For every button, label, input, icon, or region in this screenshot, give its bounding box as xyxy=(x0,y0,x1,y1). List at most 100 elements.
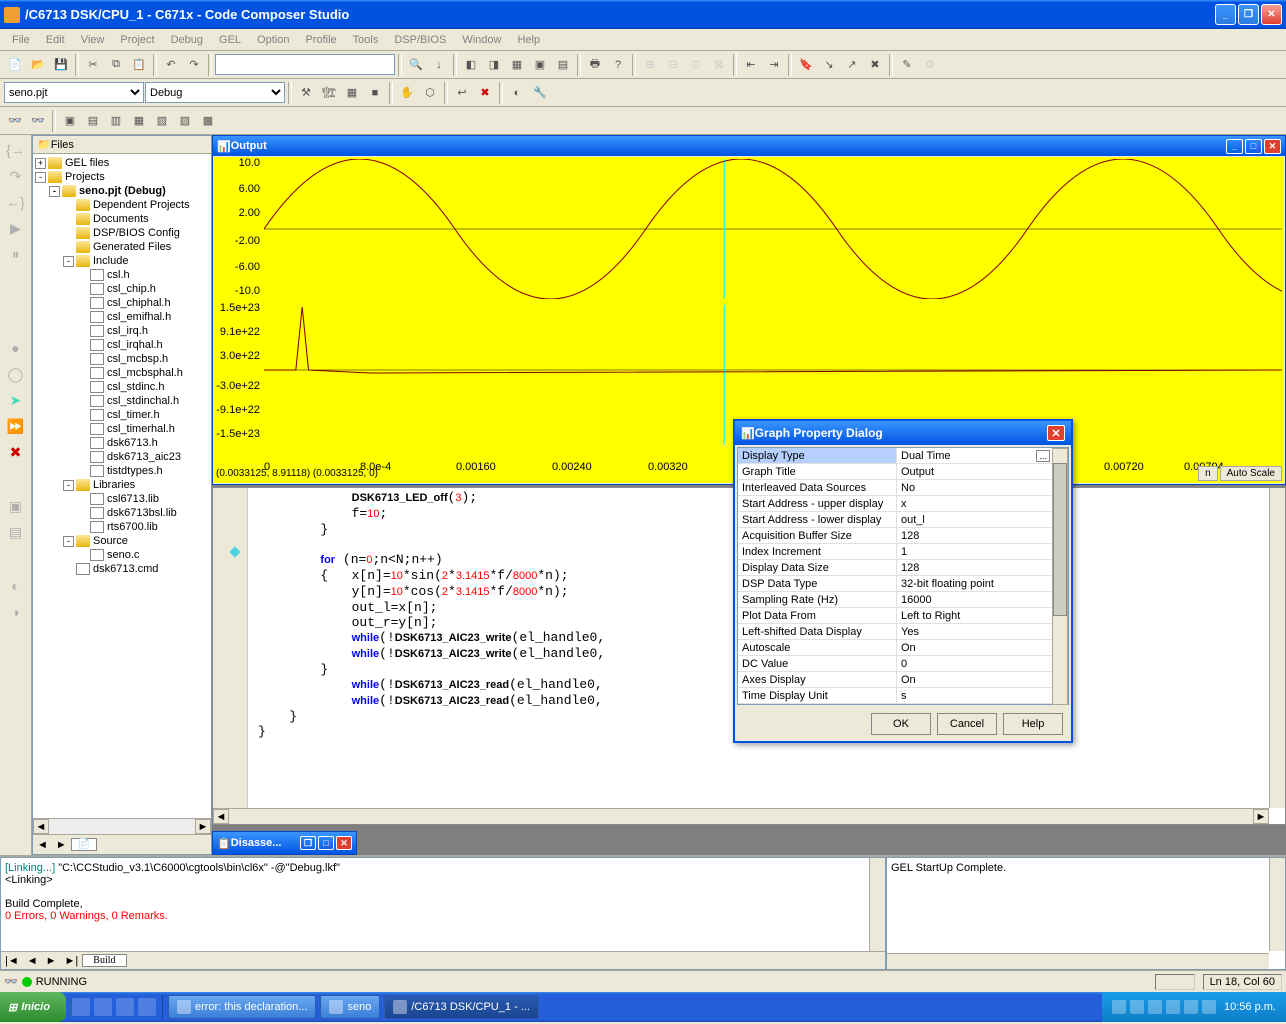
dialog-help-button[interactable]: Help xyxy=(1003,713,1063,735)
property-row[interactable]: Sampling Rate (Hz)16000 xyxy=(738,592,1068,608)
tb-icon-6[interactable]: ⊞ xyxy=(639,54,661,76)
build-vscroll[interactable] xyxy=(869,858,885,951)
prev-bm-icon[interactable]: ↗ xyxy=(841,54,863,76)
menu-help[interactable]: Help xyxy=(509,32,548,48)
tray-icon[interactable] xyxy=(1184,1000,1198,1014)
close-button[interactable]: ✕ xyxy=(1261,4,1282,25)
tree-item[interactable]: DSP/BIOS Config xyxy=(63,226,209,240)
tree-item[interactable]: +GEL files xyxy=(35,156,209,170)
tree-item[interactable]: Dependent Projects xyxy=(63,198,209,212)
run-icon[interactable]: ▶ xyxy=(7,219,25,237)
paste-icon[interactable]: 📋 xyxy=(128,54,150,76)
tree-item[interactable]: csl_stdinchal.h xyxy=(77,394,209,408)
disasm-max-button[interactable]: □ xyxy=(318,836,334,850)
tray-icon[interactable] xyxy=(1130,1000,1144,1014)
tb-icon-2[interactable]: ◨ xyxy=(483,54,505,76)
property-row[interactable]: Display TypeDual Time... xyxy=(738,448,1068,464)
property-grid[interactable]: Display TypeDual Time...Graph TitleOutpu… xyxy=(737,447,1069,705)
step-into-icon[interactable]: {→ xyxy=(7,141,25,159)
tb-icon-3[interactable]: ▦ xyxy=(506,54,528,76)
watch-icon[interactable]: ▣ xyxy=(7,497,25,515)
tb-icon-7[interactable]: ⊟ xyxy=(662,54,684,76)
tree-item[interactable]: csl6713.lib xyxy=(77,492,209,506)
gel-output-panel[interactable]: GEL StartUp Complete. xyxy=(886,857,1286,970)
menu-file[interactable]: File xyxy=(4,32,38,48)
config-combo[interactable]: Debug xyxy=(145,82,285,103)
clock[interactable]: 10:56 p.m. xyxy=(1224,1001,1276,1013)
ql-firefox-icon[interactable] xyxy=(138,998,156,1016)
code-hscroll[interactable]: ◄► xyxy=(213,808,1269,824)
bookmark-icon[interactable]: 🔖 xyxy=(795,54,817,76)
tree-item[interactable]: -Source xyxy=(63,534,209,548)
clear-bm-icon[interactable]: ✖ xyxy=(864,54,886,76)
view4-icon[interactable]: ▦ xyxy=(128,110,150,132)
view3-icon[interactable]: ▥ xyxy=(105,110,127,132)
disasm-restore-button[interactable]: ❐ xyxy=(300,836,316,850)
view5-icon[interactable]: ▧ xyxy=(151,110,173,132)
view7-icon[interactable]: ▩ xyxy=(197,110,219,132)
view1-icon[interactable]: ▣ xyxy=(59,110,81,132)
toggle-bp-icon[interactable]: ● xyxy=(7,339,25,357)
tree-item[interactable]: dsk6713.h xyxy=(77,436,209,450)
file-tree[interactable]: +GEL files-Projects-seno.pjt (Debug)Depe… xyxy=(33,154,211,818)
breakpoint-icon[interactable]: ✋ xyxy=(396,82,418,104)
tb2-icon-1[interactable]: ↩ xyxy=(451,82,473,104)
tree-item[interactable]: tistdtypes.h xyxy=(77,464,209,478)
menu-tools[interactable]: Tools xyxy=(345,32,387,48)
probe-icon[interactable]: ⬡ xyxy=(419,82,441,104)
save-icon[interactable]: 💾 xyxy=(50,54,72,76)
menu-edit[interactable]: Edit xyxy=(38,32,73,48)
view2-icon[interactable]: ▤ xyxy=(82,110,104,132)
gel-vscroll[interactable] xyxy=(1269,858,1285,951)
copy-icon[interactable]: ⧉ xyxy=(105,54,127,76)
graph-n-button[interactable]: n xyxy=(1198,466,1218,481)
build-tab[interactable]: Build xyxy=(82,954,126,967)
property-row[interactable]: Plot Data FromLeft to Right xyxy=(738,608,1068,624)
misc-icon[interactable]: ◐ xyxy=(7,577,25,595)
output-max-button[interactable]: □ xyxy=(1245,139,1262,154)
tray-icon[interactable] xyxy=(1202,1000,1216,1014)
tb-icon-1[interactable]: ◧ xyxy=(460,54,482,76)
menu-project[interactable]: Project xyxy=(112,32,162,48)
dialog-vscroll[interactable] xyxy=(1052,448,1068,705)
tree-item[interactable]: csl_stdinc.h xyxy=(77,380,209,394)
restore-button[interactable]: ❐ xyxy=(1238,4,1259,25)
tree-item[interactable]: csl_irq.h xyxy=(77,324,209,338)
disasm-close-button[interactable]: ✕ xyxy=(336,836,352,850)
step-out-icon[interactable]: ←} xyxy=(7,193,25,211)
property-row[interactable]: Time Display Units xyxy=(738,688,1068,704)
animate-icon[interactable]: ⏩ xyxy=(7,417,25,435)
glasses2-icon[interactable]: 👓 xyxy=(27,110,49,132)
taskbar-button[interactable]: /C6713 DSK/CPU_1 - ... xyxy=(384,995,539,1019)
next-bm-icon[interactable]: ↘ xyxy=(818,54,840,76)
tree-item[interactable]: -Include xyxy=(63,254,209,268)
ql-mail-icon[interactable] xyxy=(94,998,112,1016)
property-row[interactable]: Start Address - upper displayx xyxy=(738,496,1068,512)
tree-item[interactable]: csl_irqhal.h xyxy=(77,338,209,352)
tree-item[interactable]: csl.h xyxy=(77,268,209,282)
gutter-icon-2[interactable]: ◯ xyxy=(7,365,25,383)
property-row[interactable]: Acquisition Buffer Size128 xyxy=(738,528,1068,544)
stop-build-icon[interactable]: ■ xyxy=(364,82,386,104)
find-next-icon[interactable]: ↓ xyxy=(428,54,450,76)
tb2-icon-3[interactable]: ◐ xyxy=(506,82,528,104)
tree-item[interactable]: Generated Files xyxy=(63,240,209,254)
tree-item[interactable]: seno.c xyxy=(77,548,209,562)
menu-debug[interactable]: Debug xyxy=(163,32,211,48)
view6-icon[interactable]: ▨ xyxy=(174,110,196,132)
tree-item[interactable]: dsk6713bsl.lib xyxy=(77,506,209,520)
start-button[interactable]: ⊞Inicio xyxy=(0,992,66,1022)
menu-dsp-bios[interactable]: DSP/BIOS xyxy=(386,32,454,48)
tree-item[interactable]: csl_mcbsphal.h xyxy=(77,366,209,380)
system-tray[interactable]: 10:56 p.m. xyxy=(1102,992,1286,1022)
step-over-icon[interactable]: ↷ xyxy=(7,167,25,185)
tree-item[interactable]: csl_chiphal.h xyxy=(77,296,209,310)
file-tabbar[interactable]: ◄► 📄 xyxy=(33,834,211,854)
tray-icon[interactable] xyxy=(1148,1000,1162,1014)
ql-ie-icon[interactable] xyxy=(72,998,90,1016)
tree-item[interactable]: -Libraries xyxy=(63,478,209,492)
property-row[interactable]: DSP Data Type32-bit floating point xyxy=(738,576,1068,592)
property-row[interactable]: Left-shifted Data DisplayYes xyxy=(738,624,1068,640)
breakpoint-marker-icon[interactable] xyxy=(229,546,240,557)
tray-icon[interactable] xyxy=(1166,1000,1180,1014)
